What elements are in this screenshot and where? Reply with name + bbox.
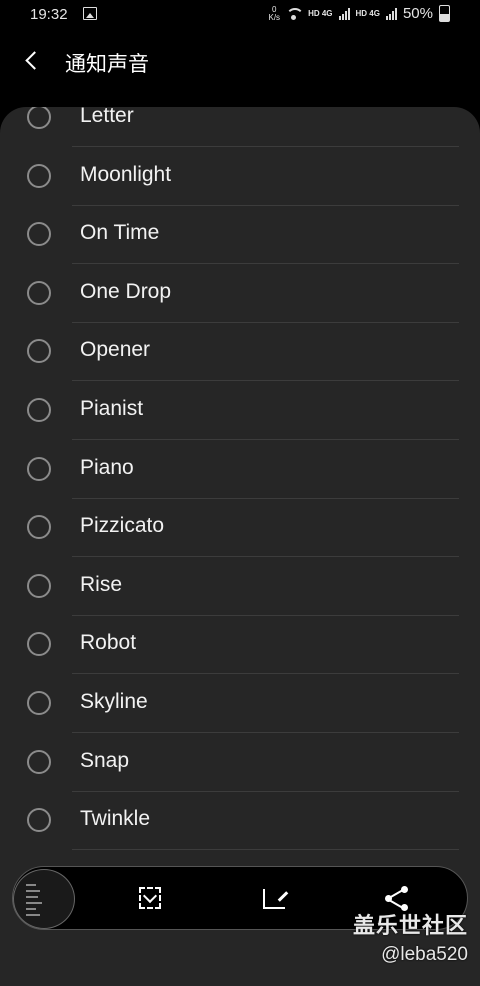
sim1-label: HD 4G bbox=[308, 9, 333, 18]
watermark: 盖乐世社区 @leba520 bbox=[353, 908, 468, 966]
sound-option-label: Snap bbox=[80, 748, 130, 772]
gallery-icon bbox=[83, 7, 97, 20]
radio-button[interactable] bbox=[27, 456, 51, 481]
sound-option[interactable]: Letter bbox=[0, 107, 480, 147]
wifi-icon bbox=[286, 7, 303, 20]
app-bar: 通知声音 bbox=[0, 28, 480, 94]
radio-button[interactable] bbox=[27, 749, 51, 774]
radio-button[interactable] bbox=[27, 339, 51, 364]
sound-option[interactable]: Skyline bbox=[0, 675, 480, 733]
radio-button[interactable] bbox=[27, 398, 51, 422]
sound-list-card[interactable]: Letter Moonlight On Time One Drop Opener Pian… bbox=[0, 107, 480, 986]
sound-option[interactable]: On Time bbox=[0, 206, 480, 265]
sound-option[interactable]: Robot bbox=[0, 616, 480, 675]
scroll-capture-icon[interactable] bbox=[133, 881, 169, 917]
sound-option-label: On Time bbox=[80, 221, 160, 245]
sound-option-label: Skyline bbox=[80, 690, 148, 713]
radio-button[interactable] bbox=[27, 808, 51, 833]
sound-option[interactable]: Rise bbox=[0, 558, 480, 616]
radio-button[interactable] bbox=[27, 573, 51, 598]
screenshot-thumbnail[interactable] bbox=[13, 869, 75, 929]
sound-option[interactable]: Moonlight bbox=[0, 148, 480, 206]
sound-option[interactable]: Pianist bbox=[0, 382, 480, 440]
back-arrow-icon[interactable] bbox=[22, 48, 46, 74]
battery-percent: 50% bbox=[402, 5, 433, 22]
battery-icon bbox=[439, 5, 450, 22]
radio-button[interactable] bbox=[27, 691, 51, 715]
network-speed: 0 K/s bbox=[268, 4, 281, 22]
sound-option-label: Pizzicato bbox=[80, 514, 165, 538]
status-time: 19:32 bbox=[30, 6, 68, 23]
crop-edit-icon[interactable] bbox=[257, 881, 293, 917]
radio-button[interactable] bbox=[27, 515, 51, 540]
status-bar: 19:32 0 K/s HD 4G HD 4G 50% bbox=[0, 0, 480, 28]
radio-button[interactable] bbox=[27, 107, 51, 129]
signal-icon bbox=[338, 7, 350, 20]
radio-button[interactable] bbox=[27, 222, 51, 247]
sound-option-label: Opener bbox=[80, 338, 151, 362]
sound-option[interactable]: Piano bbox=[0, 441, 480, 499]
sound-option-label: Robot bbox=[80, 631, 137, 655]
sound-option-label: Twinkle bbox=[80, 807, 151, 831]
sound-option[interactable]: Snap bbox=[0, 734, 480, 792]
radio-button[interactable] bbox=[27, 280, 51, 305]
radio-button[interactable] bbox=[27, 632, 51, 657]
signal-icon bbox=[385, 7, 397, 20]
sound-option[interactable]: Twinkle bbox=[0, 792, 480, 851]
watermark-user: @leba520 bbox=[381, 944, 468, 965]
sound-option[interactable]: Pizzicato bbox=[0, 499, 480, 558]
status-indicators: 0 K/s HD 4G HD 4G 50% bbox=[268, 4, 450, 22]
sound-option-label: Rise bbox=[80, 572, 123, 596]
sim2-label: HD 4G bbox=[355, 9, 380, 18]
radio-button[interactable] bbox=[27, 163, 51, 188]
watermark-brand: 盖乐世社区 bbox=[352, 913, 468, 938]
page-title: 通知声音 bbox=[65, 53, 149, 76]
sound-option-label: One Drop bbox=[80, 279, 172, 303]
sound-option[interactable]: One Drop bbox=[0, 265, 480, 323]
sound-option-label: Pianist bbox=[80, 397, 144, 420]
sound-option[interactable]: Opener bbox=[0, 323, 480, 382]
sound-option-label: Moonlight bbox=[80, 162, 172, 186]
sound-option-label: Piano bbox=[80, 455, 134, 479]
sound-option-label: Letter bbox=[80, 107, 134, 127]
